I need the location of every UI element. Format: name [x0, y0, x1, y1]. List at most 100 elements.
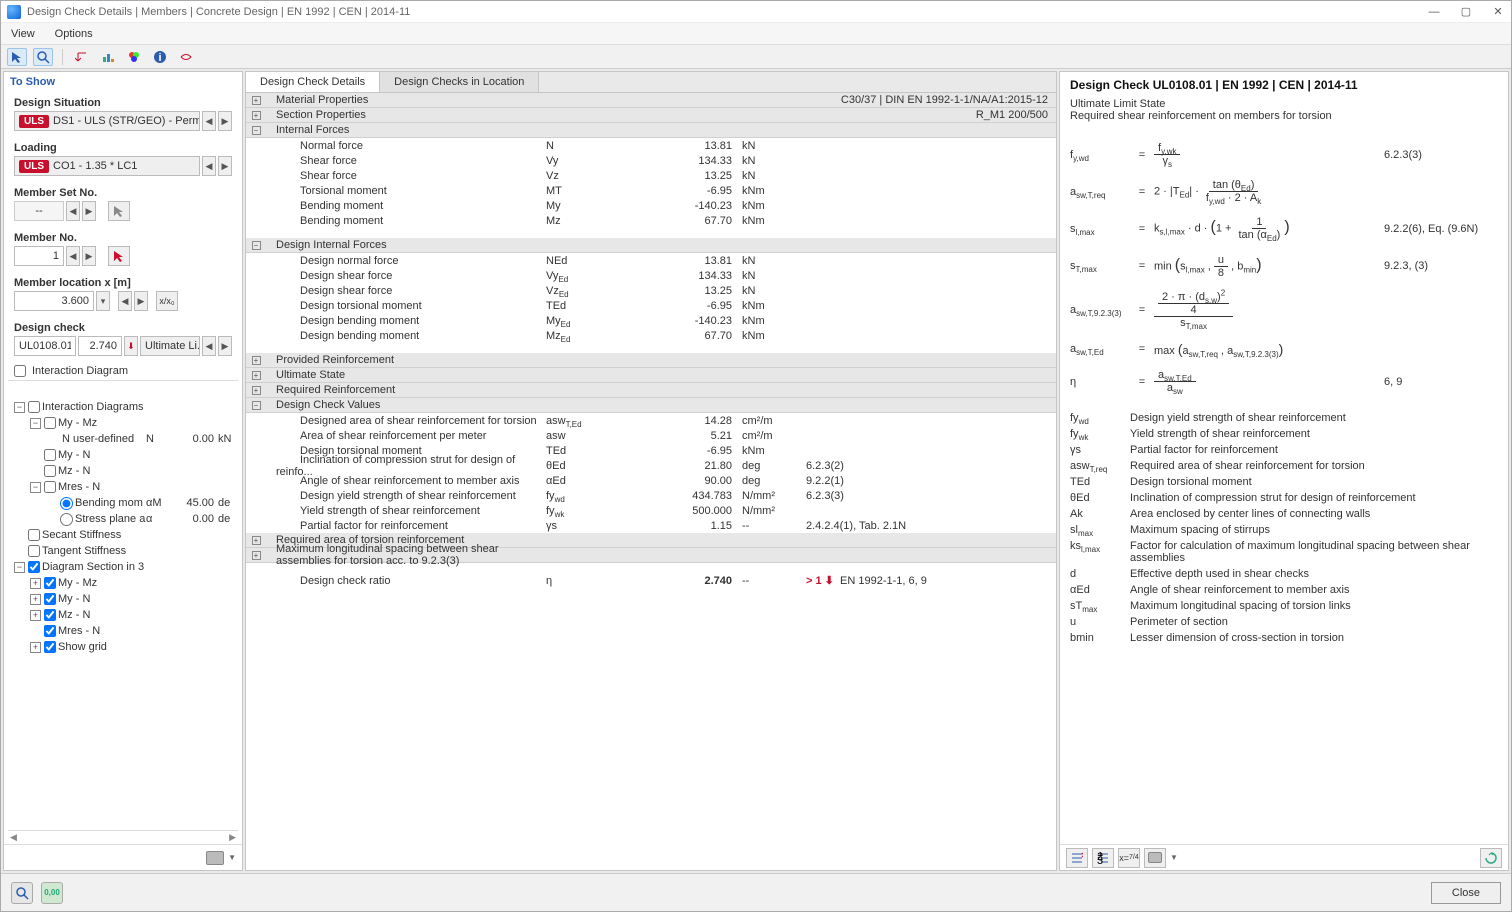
- tree-item[interactable]: Stress plane aα0.00de: [12, 511, 234, 527]
- menu-view[interactable]: View: [11, 28, 35, 40]
- dc-name-combo[interactable]: Ultimate Li...▾: [140, 336, 200, 356]
- expand-icon[interactable]: −: [30, 482, 41, 493]
- memberno-pick-icon[interactable]: [108, 246, 130, 266]
- rf-fraction-icon[interactable]: x=7/4: [1118, 848, 1140, 868]
- collapse-icon[interactable]: +: [252, 371, 261, 380]
- rf-list-icon[interactable]: [1066, 848, 1088, 868]
- tree-item[interactable]: Mz - N: [12, 463, 234, 479]
- collapse-icon[interactable]: −: [252, 241, 261, 250]
- loc-prev-button[interactable]: ◀: [118, 291, 132, 311]
- hscroll-left-icon[interactable]: ◀: [10, 832, 17, 843]
- expand-icon[interactable]: −: [30, 418, 41, 429]
- grid-section-header[interactable]: +Required Reinforcement: [246, 383, 1056, 398]
- tree-checkbox[interactable]: [44, 625, 56, 637]
- tab-design-check-details[interactable]: Design Check Details: [246, 72, 380, 92]
- mn-prev-button[interactable]: ◀: [66, 246, 80, 266]
- memberno-input[interactable]: [14, 246, 64, 266]
- memberset-input[interactable]: [14, 201, 64, 221]
- loc-next-button[interactable]: ▶: [134, 291, 148, 311]
- location-input[interactable]: [14, 291, 94, 311]
- tree-checkbox[interactable]: [44, 417, 56, 429]
- tool-colors-icon[interactable]: [124, 48, 144, 66]
- tool-section-icon[interactable]: [176, 48, 196, 66]
- menu-options[interactable]: Options: [55, 28, 93, 40]
- precision-button-icon[interactable]: 0,00: [41, 882, 63, 904]
- tree-checkbox[interactable]: [28, 561, 40, 573]
- rf-refresh-icon[interactable]: [1480, 848, 1502, 868]
- tree-checkbox[interactable]: [28, 529, 40, 541]
- expand-icon[interactable]: +: [30, 610, 41, 621]
- location-xx0-button[interactable]: x/x₀: [156, 291, 178, 311]
- tree-item[interactable]: Bending momαM45.00de: [12, 495, 234, 511]
- loc-dropdown-button[interactable]: ▾: [96, 291, 110, 311]
- close-window-button[interactable]: ✕: [1491, 5, 1505, 19]
- grid-section-header[interactable]: +Section PropertiesR_M1 200/500: [246, 108, 1056, 123]
- tree-item[interactable]: Tangent Stiffness: [12, 543, 234, 559]
- grid-section-header[interactable]: +Provided Reinforcement: [246, 353, 1056, 368]
- tree-checkbox[interactable]: [44, 481, 56, 493]
- rf-numbered-icon[interactable]: 123: [1092, 848, 1114, 868]
- tree-item[interactable]: N user-definedN0.00kN: [12, 431, 234, 447]
- tree-item[interactable]: My - N: [12, 447, 234, 463]
- maximize-button[interactable]: ▢: [1459, 5, 1473, 19]
- print-icon[interactable]: [206, 851, 224, 865]
- collapse-icon[interactable]: +: [252, 111, 261, 120]
- collapse-icon[interactable]: −: [252, 126, 261, 135]
- ds-prev-button[interactable]: ◀: [202, 111, 216, 131]
- tree-checkbox[interactable]: [44, 465, 56, 477]
- grid-section-header[interactable]: −Internal Forces: [246, 123, 1056, 138]
- tab-design-checks-in-location[interactable]: Design Checks in Location: [380, 72, 539, 92]
- collapse-icon[interactable]: +: [252, 551, 261, 560]
- grid-section-header[interactable]: +Material PropertiesC30/37 | DIN EN 1992…: [246, 93, 1056, 108]
- tree-item[interactable]: +My - Mz: [12, 575, 234, 591]
- tree-radio[interactable]: [60, 497, 73, 510]
- dc-next-button[interactable]: ▶: [218, 336, 232, 356]
- tree-item[interactable]: +Mz - N: [12, 607, 234, 623]
- grid-section-header[interactable]: +Ultimate State: [246, 368, 1056, 383]
- tree-item[interactable]: −My - Mz: [12, 415, 234, 431]
- collapse-icon[interactable]: −: [252, 401, 261, 410]
- tree-item[interactable]: −Diagram Section in 3: [12, 559, 234, 575]
- tree-checkbox[interactable]: [44, 577, 56, 589]
- interaction-diagram-checkbox[interactable]: [14, 365, 26, 377]
- tree-checkbox[interactable]: [44, 449, 56, 461]
- design-situation-combo[interactable]: ULS DS1 - ULS (STR/GEO) - Permane...: [14, 111, 200, 131]
- expand-icon[interactable]: +: [30, 594, 41, 605]
- rf-print-icon[interactable]: [1144, 848, 1166, 868]
- interaction-tree[interactable]: −Interaction Diagrams−My - MzN user-defi…: [8, 380, 238, 830]
- grid-section-header[interactable]: −Design Internal Forces: [246, 238, 1056, 253]
- tree-item[interactable]: +Show grid: [12, 639, 234, 655]
- tree-checkbox[interactable]: [28, 401, 40, 413]
- print-dropdown-icon[interactable]: ▼: [228, 853, 236, 862]
- interaction-diagram-check[interactable]: Interaction Diagram: [4, 362, 242, 380]
- tool-info-icon[interactable]: i: [150, 48, 170, 66]
- mn-next-button[interactable]: ▶: [82, 246, 96, 266]
- lc-next-button[interactable]: ▶: [218, 156, 232, 176]
- expand-icon[interactable]: +: [30, 578, 41, 589]
- expand-icon[interactable]: −: [14, 402, 25, 413]
- grid-section-header[interactable]: +Maximum longitudinal spacing between sh…: [246, 548, 1056, 563]
- hscroll-right-icon[interactable]: ▶: [229, 832, 236, 843]
- dc-ratio-input[interactable]: [78, 336, 122, 356]
- expand-icon[interactable]: +: [30, 642, 41, 653]
- collapse-icon[interactable]: +: [252, 386, 261, 395]
- collapse-icon[interactable]: +: [252, 96, 261, 105]
- rf-print-dropdown-icon[interactable]: ▼: [1170, 853, 1178, 862]
- collapse-icon[interactable]: +: [252, 356, 261, 365]
- ds-next-button[interactable]: ▶: [218, 111, 232, 131]
- details-grid[interactable]: +Material PropertiesC30/37 | DIN EN 1992…: [246, 93, 1056, 870]
- tree-checkbox[interactable]: [28, 545, 40, 557]
- close-button[interactable]: Close: [1431, 882, 1501, 904]
- lc-prev-button[interactable]: ◀: [202, 156, 216, 176]
- tree-checkbox[interactable]: [44, 641, 56, 653]
- minimize-button[interactable]: —: [1427, 5, 1441, 19]
- tree-checkbox[interactable]: [44, 593, 56, 605]
- tree-item[interactable]: +My - N: [12, 591, 234, 607]
- ms-prev-button[interactable]: ◀: [66, 201, 80, 221]
- tool-diagram-icon[interactable]: [98, 48, 118, 66]
- expand-icon[interactable]: −: [14, 562, 25, 573]
- search-button-icon[interactable]: [11, 882, 33, 904]
- tree-item[interactable]: −Mres - N: [12, 479, 234, 495]
- collapse-icon[interactable]: +: [252, 536, 261, 545]
- dc-code-input[interactable]: [14, 336, 76, 356]
